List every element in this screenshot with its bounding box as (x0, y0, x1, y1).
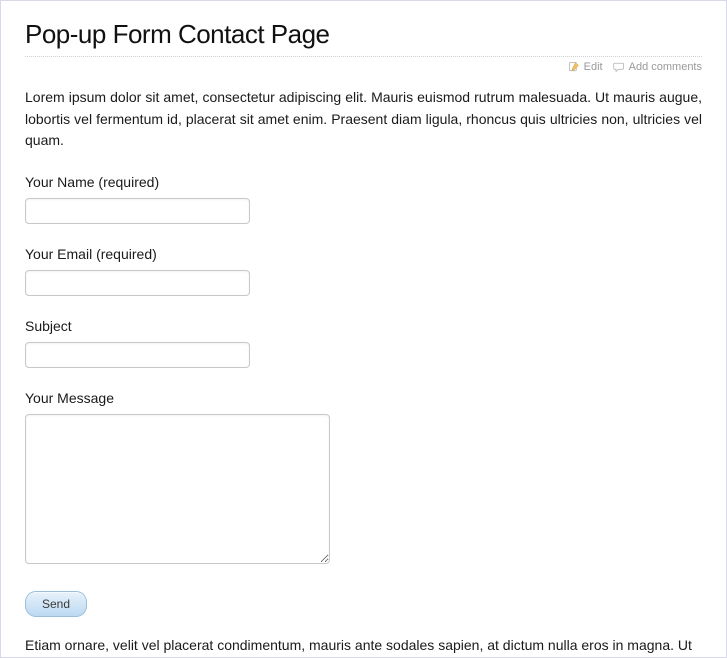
edit-label: Edit (584, 61, 603, 73)
name-input[interactable] (25, 198, 250, 224)
send-button[interactable]: Send (25, 591, 87, 617)
edit-icon (568, 61, 580, 73)
subject-input[interactable] (25, 342, 250, 368)
meta-row: Edit Add comments (25, 61, 702, 73)
name-field: Your Name (required) (25, 174, 702, 224)
add-comments-label: Add comments (629, 61, 702, 73)
subject-field: Subject (25, 318, 702, 368)
comment-icon (613, 61, 625, 73)
page-title: Pop-up Form Contact Page (25, 19, 702, 57)
name-label: Your Name (required) (25, 174, 702, 190)
intro-paragraph: Lorem ipsum dolor sit amet, consectetur … (25, 87, 702, 152)
message-label: Your Message (25, 390, 702, 406)
message-input[interactable] (25, 414, 330, 564)
email-label: Your Email (required) (25, 246, 702, 262)
email-field: Your Email (required) (25, 246, 702, 296)
add-comments-link[interactable]: Add comments (613, 61, 702, 73)
message-field: Your Message (25, 390, 702, 567)
contact-form: Your Name (required) Your Email (require… (25, 174, 702, 617)
outro-paragraph: Etiam ornare, velit vel placerat condime… (25, 635, 702, 657)
subject-label: Subject (25, 318, 702, 334)
email-input[interactable] (25, 270, 250, 296)
edit-link[interactable]: Edit (568, 61, 603, 73)
